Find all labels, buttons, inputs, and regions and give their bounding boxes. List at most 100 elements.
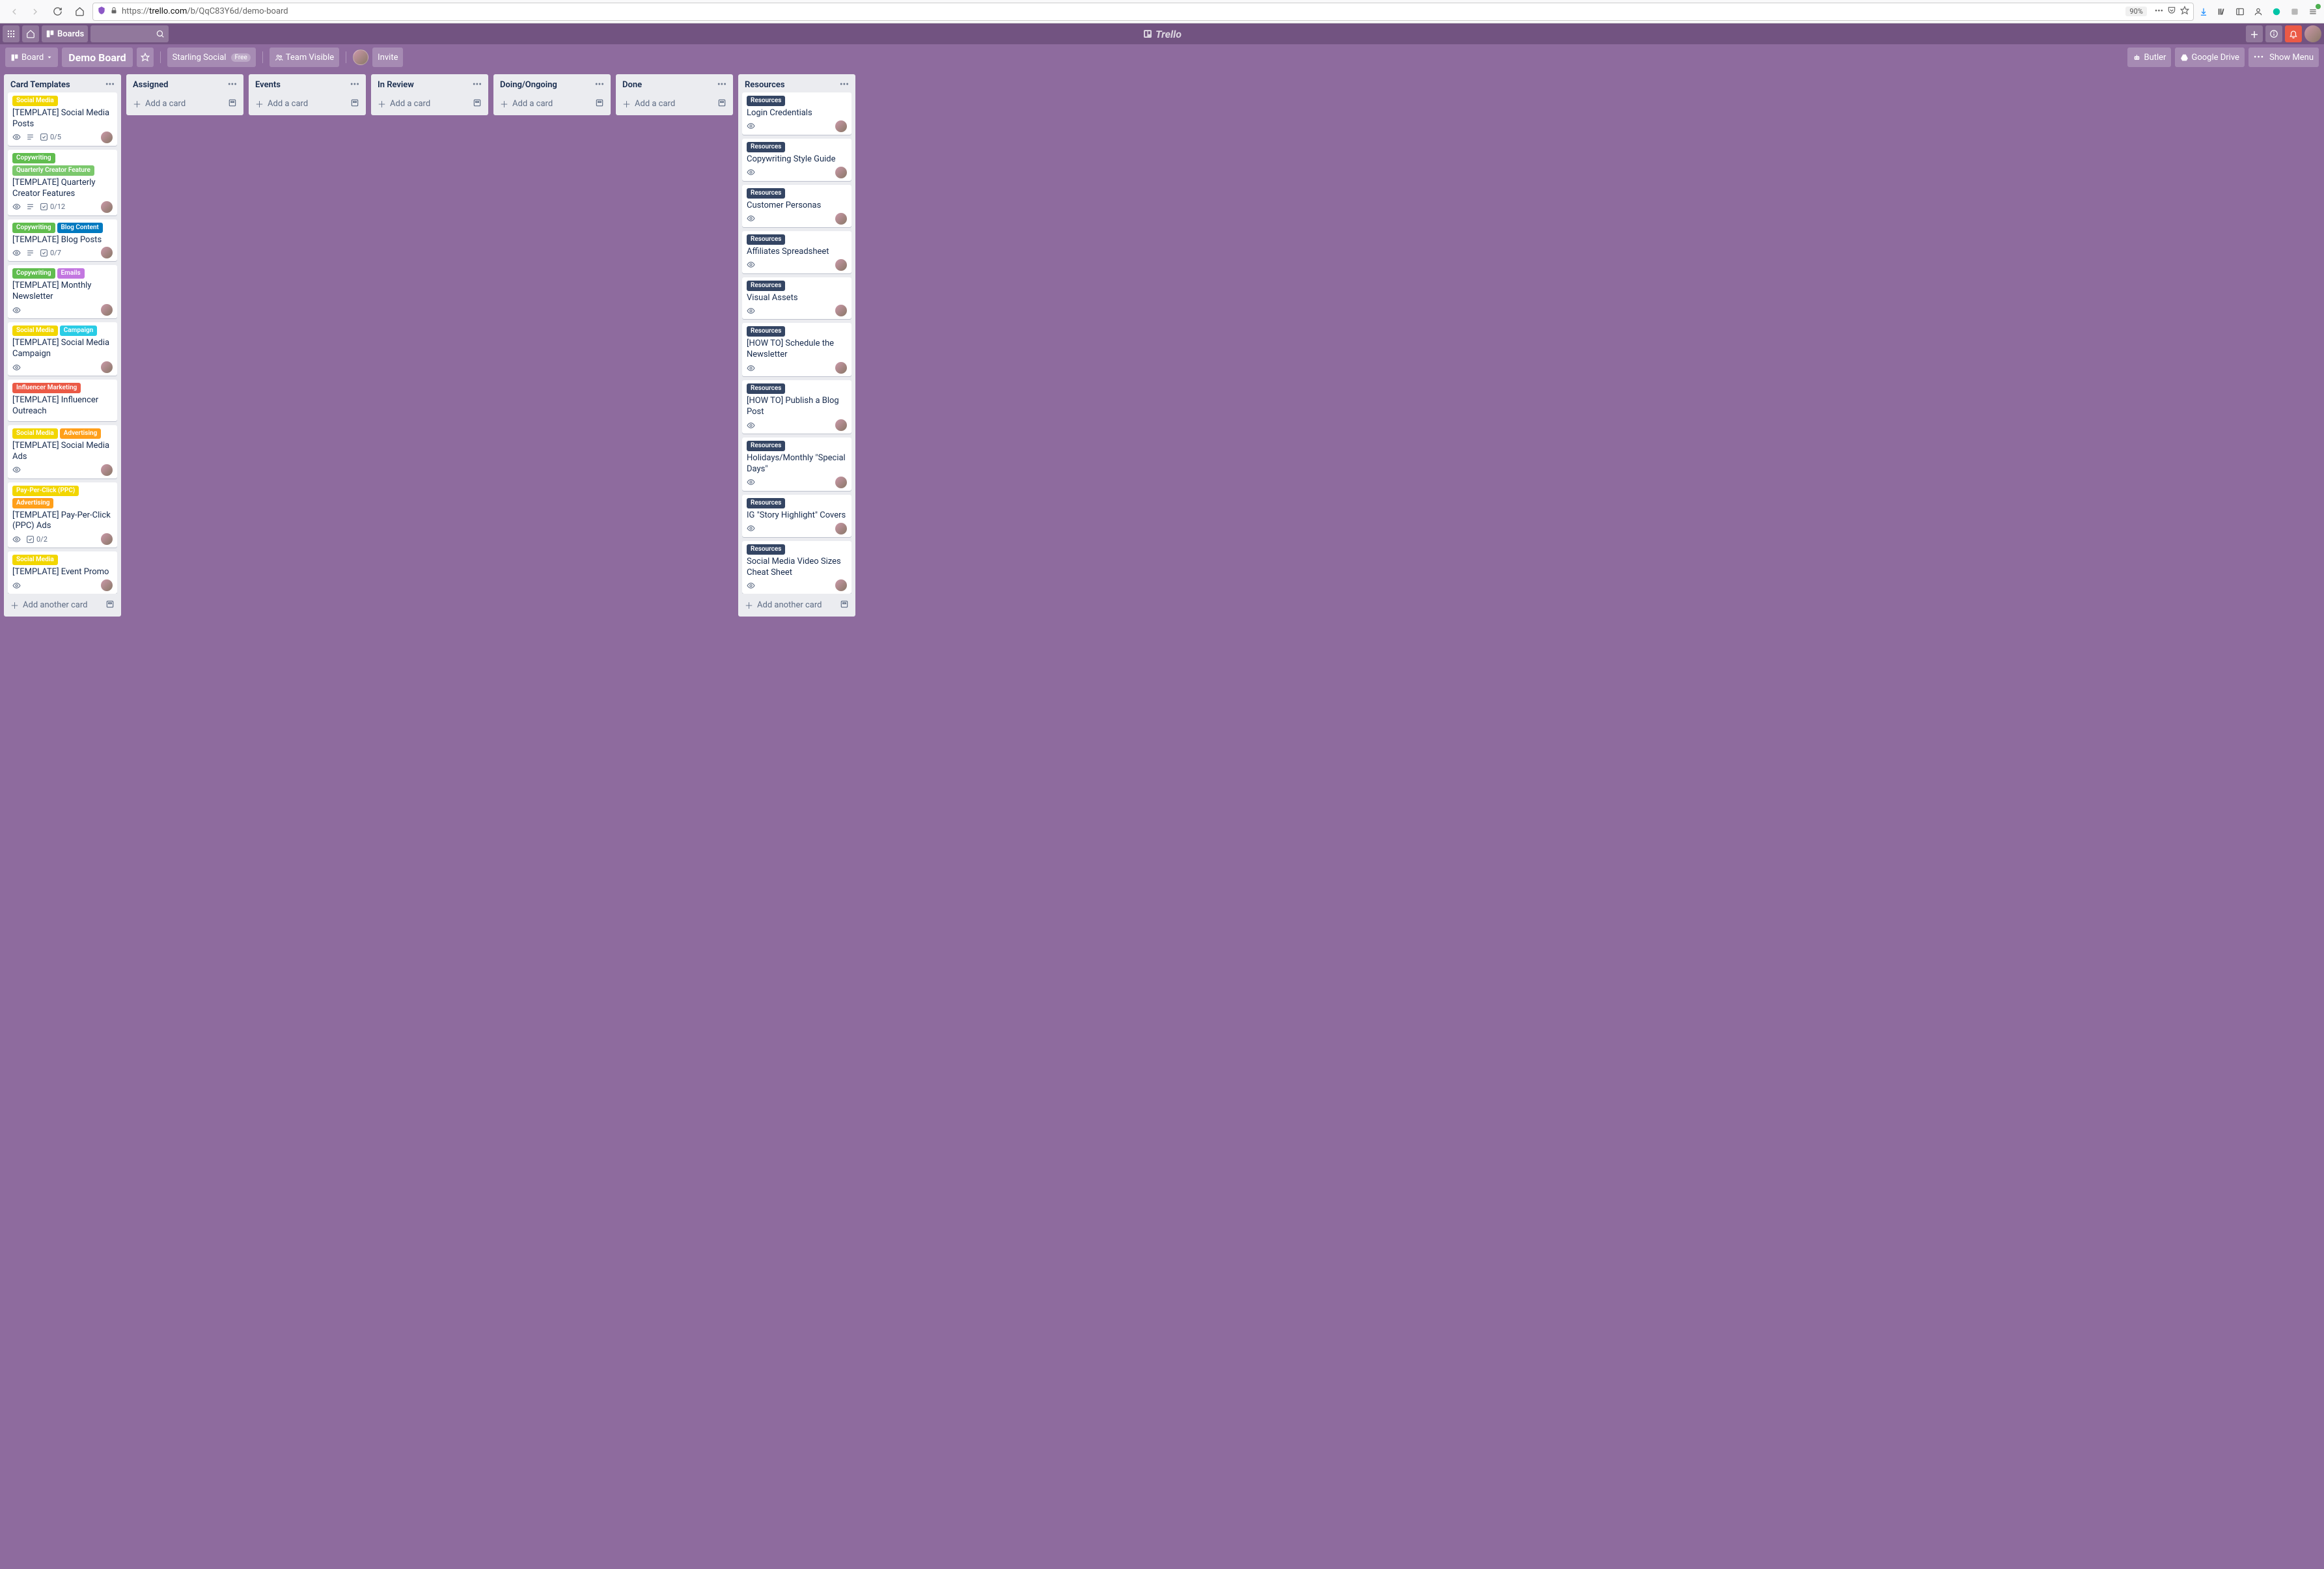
card-label[interactable]: Quarterly Creator Feature <box>12 165 94 176</box>
card-label[interactable]: Resources <box>747 281 785 291</box>
org-button[interactable]: Starling SocialFree <box>167 48 256 67</box>
card-member-avatar[interactable] <box>101 579 113 591</box>
card-label[interactable]: Pay-Per-Click (PPC) <box>12 486 79 496</box>
card-member-avatar[interactable] <box>835 305 847 316</box>
card[interactable]: Resources[HOW TO] Publish a Blog Post <box>742 380 851 434</box>
list-menu-button[interactable]: ••• <box>228 79 237 90</box>
template-icon[interactable] <box>105 600 115 611</box>
card-label[interactable]: Blog Content <box>57 223 103 233</box>
bookmark-star-icon[interactable] <box>2180 6 2189 18</box>
board-view-button[interactable]: Board <box>5 48 58 67</box>
invite-button[interactable]: Invite <box>372 48 403 67</box>
list-menu-button[interactable]: ••• <box>717 79 726 90</box>
card-label[interactable]: Social Media <box>12 555 58 565</box>
google-drive-button[interactable]: Google Drive <box>2175 48 2244 67</box>
template-icon[interactable] <box>717 98 726 110</box>
card-label[interactable]: Social Media <box>12 96 58 106</box>
list-title[interactable]: Assigned <box>133 80 168 90</box>
card[interactable]: ResourcesIG "Story Highlight" Covers <box>742 495 851 537</box>
card-member-avatar[interactable] <box>835 523 847 535</box>
add-card-button[interactable]: ＋Add a card <box>249 92 366 115</box>
apps-button[interactable] <box>3 25 20 42</box>
add-card-button[interactable]: ＋Add a card <box>493 92 611 115</box>
create-button[interactable]: ＋ <box>2246 25 2263 42</box>
nav-reload-button[interactable] <box>48 3 66 21</box>
board-canvas[interactable]: Card Templates ••• Social Media[TEMPLATE] … <box>0 70 2324 1569</box>
card-label[interactable]: Resources <box>747 234 785 245</box>
search-input[interactable] <box>90 25 169 42</box>
list-title[interactable]: Card Templates <box>10 80 70 90</box>
card-label[interactable]: Social Media <box>12 428 58 439</box>
template-icon[interactable] <box>473 98 482 110</box>
card-label[interactable]: Influencer Marketing <box>12 383 81 393</box>
account-icon[interactable] <box>2252 6 2264 18</box>
list-menu-button[interactable]: ••• <box>105 79 115 90</box>
card-label[interactable]: Resources <box>747 544 785 555</box>
visibility-button[interactable]: Team Visible <box>270 48 339 67</box>
nav-forward-button[interactable] <box>26 3 44 21</box>
card-label[interactable]: Emails <box>57 268 85 279</box>
card-member-avatar[interactable] <box>101 361 113 373</box>
add-card-button[interactable]: ＋Add a card <box>126 92 243 115</box>
card-member-avatar[interactable] <box>835 419 847 431</box>
card[interactable]: ResourcesCopywriting Style Guide <box>742 139 851 181</box>
template-icon[interactable] <box>840 600 849 611</box>
card[interactable]: ResourcesCustomer Personas <box>742 185 851 227</box>
boards-button[interactable]: Boards <box>42 25 88 42</box>
more-icon[interactable]: ••• <box>2155 7 2163 16</box>
card[interactable]: ResourcesSocial Media Video Sizes Cheat … <box>742 541 851 594</box>
card-member-avatar[interactable] <box>835 213 847 225</box>
card[interactable]: Social MediaAdvertising[TEMPLATE] Social… <box>8 425 117 479</box>
card-member-avatar[interactable] <box>101 201 113 213</box>
card-label[interactable]: Copywriting <box>12 223 55 233</box>
card-label[interactable]: Copywriting <box>12 153 55 163</box>
card[interactable]: ResourcesLogin Credentials <box>742 92 851 135</box>
avatar[interactable] <box>2304 25 2321 42</box>
list-menu-button[interactable]: ••• <box>473 79 482 90</box>
nav-back-button[interactable] <box>5 3 23 21</box>
card[interactable]: Social Media[TEMPLATE] Social Media Post… <box>8 92 117 146</box>
card-label[interactable]: Resources <box>747 383 785 394</box>
card[interactable]: CopywritingQuarterly Creator Feature[TEM… <box>8 150 117 215</box>
add-card-button[interactable]: ＋Add a card <box>616 92 733 115</box>
card-member-avatar[interactable] <box>101 304 113 316</box>
trello-logo[interactable]: Trello <box>1142 28 1182 40</box>
card-member-avatar[interactable] <box>835 167 847 178</box>
board-title[interactable]: Demo Board <box>62 48 132 67</box>
card[interactable]: CopywritingEmails[TEMPLATE] Monthly News… <box>8 265 117 318</box>
list-title[interactable]: Events <box>255 80 281 90</box>
card-label[interactable]: Resources <box>747 188 785 199</box>
card-label[interactable]: Resources <box>747 96 785 106</box>
card-label[interactable]: Advertising <box>12 498 53 508</box>
card-member-avatar[interactable] <box>101 247 113 258</box>
hamburger-icon[interactable] <box>2307 6 2319 18</box>
card-member-avatar[interactable] <box>835 362 847 374</box>
card-member-avatar[interactable] <box>835 120 847 132</box>
list-title[interactable]: In Review <box>378 80 414 90</box>
card-label[interactable]: Resources <box>747 326 785 337</box>
show-menu-button[interactable]: •••Show Menu <box>2248 48 2319 67</box>
url-bar[interactable]: https://trello.com/b/QqC83Y6d/demo-board… <box>92 3 2194 21</box>
card-label[interactable]: Social Media <box>12 326 58 336</box>
extension-icon-1[interactable] <box>2271 6 2282 18</box>
download-icon[interactable] <box>2198 6 2209 18</box>
info-button[interactable] <box>2265 25 2282 42</box>
card-member-avatar[interactable] <box>835 259 847 271</box>
butler-button[interactable]: Butler <box>2127 48 2171 67</box>
list-title[interactable]: Doing/Ongoing <box>500 80 557 90</box>
card-member-avatar[interactable] <box>835 477 847 488</box>
pocket-icon[interactable] <box>2167 6 2176 18</box>
card[interactable]: Social MediaCampaign[TEMPLATE] Social Me… <box>8 322 117 376</box>
notifications-button[interactable] <box>2285 25 2302 42</box>
list-title[interactable]: Resources <box>745 80 785 90</box>
add-card-button[interactable]: ＋Add a card <box>371 92 488 115</box>
star-button[interactable] <box>137 48 154 67</box>
zoom-level[interactable]: 90% <box>2125 7 2146 16</box>
card[interactable]: Influencer Marketing[TEMPLATE] Influence… <box>8 380 117 421</box>
list-menu-button[interactable]: ••• <box>350 79 359 90</box>
card-member-avatar[interactable] <box>101 132 113 143</box>
add-card-button[interactable]: ＋Add another card <box>4 594 121 617</box>
board-member-avatar[interactable] <box>353 49 368 65</box>
template-icon[interactable] <box>350 98 359 110</box>
card[interactable]: CopywritingBlog Content[TEMPLATE] Blog P… <box>8 219 117 262</box>
